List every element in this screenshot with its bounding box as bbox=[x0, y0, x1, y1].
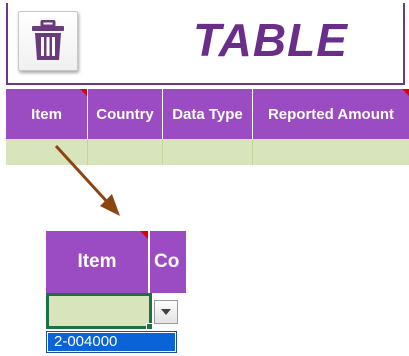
zoomed-column-header-item[interactable]: Item bbox=[46, 231, 150, 293]
page: TABLE Item Country Data Type Reported Am… bbox=[0, 0, 409, 356]
zoomed-column-header-country[interactable]: Co bbox=[150, 231, 186, 293]
dropdown-button[interactable] bbox=[154, 300, 178, 324]
column-header-label: Item bbox=[77, 251, 117, 272]
zoomed-header-row: Item Co bbox=[46, 231, 186, 293]
comment-marker bbox=[140, 231, 148, 239]
dropdown-list: 2-004000 bbox=[46, 331, 177, 353]
item-input-cell[interactable] bbox=[46, 293, 153, 330]
dropdown-option[interactable]: 2-004000 bbox=[48, 333, 175, 351]
column-header-label: Co bbox=[154, 251, 180, 272]
chevron-down-icon bbox=[161, 309, 171, 315]
